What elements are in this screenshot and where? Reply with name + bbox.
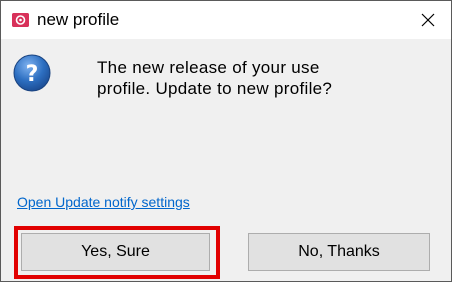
yes-button[interactable]: Yes, Sure (21, 233, 210, 271)
question-icon: ? (12, 53, 52, 93)
window-title: new profile (37, 10, 120, 29)
app-logo-icon (12, 13, 29, 27)
no-button[interactable]: No, Thanks (248, 233, 430, 271)
message-line-1: The new release of your use (97, 58, 320, 77)
dialog-window: new profile ? The new release of your us… (0, 0, 452, 282)
message-line-2: profile. Update to new profile? (97, 79, 333, 98)
svg-text:?: ? (26, 62, 39, 87)
close-button[interactable] (405, 1, 451, 39)
update-settings-link[interactable]: Open Update notify settings (17, 194, 190, 210)
title-bar: new profile (1, 1, 451, 39)
close-icon (421, 13, 435, 27)
dialog-content: ? The new release of your use profile. U… (1, 39, 451, 281)
dialog-message: The new release of your use profile. Upd… (97, 57, 437, 99)
